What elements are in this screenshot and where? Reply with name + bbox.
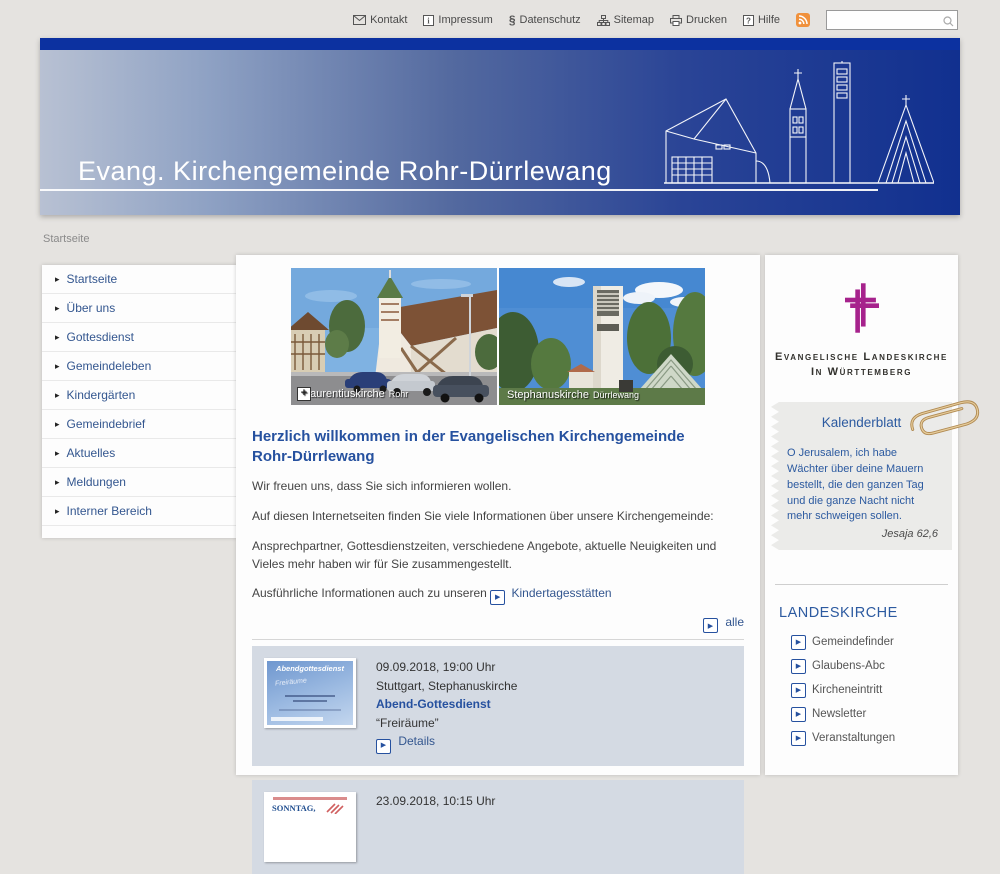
main-navigation: ▸Startseite ▸Über uns ▸Gottesdienst ▸Gem…: [42, 265, 237, 538]
site-title: Evang. Kirchengemeinde Rohr-Dürrlewang: [78, 156, 612, 187]
imprint-link[interactable]: i Impressum: [423, 14, 492, 26]
search-icon[interactable]: [943, 14, 954, 32]
page-title: Herzlich willkommen in der Evangelischen…: [252, 427, 722, 468]
search-box: [826, 10, 958, 30]
rss-icon[interactable]: [796, 13, 810, 27]
sitemap-link[interactable]: Sitemap: [597, 14, 654, 26]
landeskirche-logo[interactable]: Evangelische Landeskirche In Württemberg: [765, 255, 958, 380]
landeskirche-heading: LANDESKIRCHE: [779, 605, 958, 621]
photo-laurentiuskirche[interactable]: + Laurentiuskirche Rohr: [291, 268, 497, 405]
contact-link[interactable]: Kontakt: [353, 14, 407, 26]
intro-paragraph: Ansprechpartner, Gottesdienstzeiten, ver…: [252, 538, 744, 573]
nav-arrow-icon: ▸: [55, 506, 60, 517]
nav-arrow-icon: ▸: [55, 303, 60, 314]
landeskirche-logo-text: Evangelische Landeskirche In Württemberg: [765, 350, 958, 380]
nav-arrow-icon: ▸: [55, 390, 60, 401]
sidebar-item-kindergaerten[interactable]: ▸Kindergärten: [42, 381, 237, 410]
content-divider: [252, 639, 744, 640]
kita-row: Ausführliche Informationen auch zu unser…: [252, 586, 744, 605]
enlarge-icon[interactable]: +: [297, 387, 311, 401]
utility-bar: Kontakt i Impressum § Datenschutz Sitema…: [353, 10, 958, 30]
sidebar-item-meldungen[interactable]: ▸Meldungen: [42, 468, 237, 497]
sidebar-item-ueber-uns[interactable]: ▸Über uns: [42, 294, 237, 323]
event-thumbnail[interactable]: Abendgottesdienst Freiräume: [264, 658, 356, 728]
help-icon: ?: [743, 15, 754, 26]
play-link-icon: ▶: [703, 618, 718, 633]
play-link-icon: ▶: [791, 683, 806, 698]
search-input[interactable]: [826, 10, 958, 30]
nav-arrow-icon: ▸: [55, 361, 60, 372]
info-icon: i: [423, 15, 434, 26]
play-link-icon: ▶: [791, 731, 806, 746]
envelope-icon: [353, 15, 366, 25]
privacy-link[interactable]: § Datenschutz: [509, 14, 581, 26]
photo-caption: Stephanuskirche Dürrlewang: [499, 389, 639, 401]
paperclip-decoration: [905, 392, 981, 447]
help-link[interactable]: ? Hilfe: [743, 14, 780, 26]
sitemap-icon: [597, 15, 610, 26]
nav-arrow-icon: ▸: [55, 477, 60, 488]
banner-top-strip: [40, 38, 960, 50]
event-datetime: 23.09.2018, 10:15 Uhr: [376, 792, 495, 811]
photo-caption: + Laurentiuskirche Rohr: [291, 387, 408, 401]
kindertagesstaetten-link[interactable]: Kindertagesstätten: [512, 586, 612, 600]
intro-paragraph: Wir freuen uns, dass Sie sich informiere…: [252, 478, 744, 495]
landeskirche-cross-icon: [845, 283, 879, 333]
nav-arrow-icon: ▸: [55, 448, 60, 459]
kalenderblatt-source: Jesaja 62,6: [771, 525, 952, 540]
alle-link[interactable]: alle: [725, 615, 744, 629]
play-link-icon: ▶: [791, 659, 806, 674]
sidebar-item-gemeindebrief[interactable]: ▸Gemeindebrief: [42, 410, 237, 439]
nav-arrow-icon: ▸: [55, 274, 60, 285]
link-veranstaltungen[interactable]: ▶ Veranstaltungen: [791, 731, 958, 746]
alle-row: ▶ alle: [252, 615, 744, 634]
link-kircheneintritt[interactable]: ▶ Kircheneintritt: [791, 683, 958, 698]
event-details-row: ▶ Details: [376, 732, 517, 754]
churches-line-art: [664, 61, 934, 191]
event-item: Abendgottesdienst Freiräume 09.09.2018, …: [252, 646, 744, 766]
link-gemeindefinder[interactable]: ▶ Gemeindefinder: [791, 635, 958, 650]
svg-text:?: ?: [746, 16, 751, 25]
intro-paragraph: Auf diesen Internetseiten finden Sie vie…: [252, 508, 744, 525]
printer-icon: [670, 15, 682, 26]
play-link-icon: ▶: [791, 635, 806, 650]
event-item: SONNTAG, 23.09.2018, 10:15 Uhr: [252, 780, 744, 874]
sidebar-item-aktuelles[interactable]: ▸Aktuelles: [42, 439, 237, 468]
paragraph-icon: §: [509, 14, 516, 26]
print-link[interactable]: Drucken: [670, 14, 727, 26]
play-link-icon: ▶: [791, 707, 806, 722]
breadcrumb[interactable]: Startseite: [43, 233, 89, 245]
nav-arrow-icon: ▸: [55, 332, 60, 343]
sidebar-item-startseite[interactable]: ▸Startseite: [42, 265, 237, 294]
play-link-icon: ▶: [376, 739, 391, 754]
event-location: Stuttgart, Stephanuskirche: [376, 677, 517, 696]
church-photos: + Laurentiuskirche Rohr: [252, 268, 744, 405]
sidebar-item-gemeindeleben[interactable]: ▸Gemeindeleben: [42, 352, 237, 381]
event-title-link[interactable]: Abend-Gottesdienst: [376, 695, 491, 714]
site-header-banner: Evang. Kirchengemeinde Rohr-Dürrlewang: [40, 38, 960, 215]
sidebar-item-interner-bereich[interactable]: ▸Interner Bereich: [42, 497, 237, 526]
event-subtitle: “Freiräume”: [376, 714, 517, 733]
link-glaubens-abc[interactable]: ▶ Glaubens-Abc: [791, 659, 958, 674]
play-link-icon: ▶: [490, 590, 505, 605]
event-details-link[interactable]: Details: [398, 734, 435, 748]
sidebar-divider: [775, 584, 948, 585]
event-datetime: 09.09.2018, 19:00 Uhr: [376, 658, 517, 677]
event-thumbnail[interactable]: SONNTAG,: [264, 792, 356, 862]
right-sidebar: Evangelische Landeskirche In Württemberg…: [765, 255, 958, 775]
nav-arrow-icon: ▸: [55, 419, 60, 430]
sidebar-item-gottesdienst[interactable]: ▸Gottesdienst: [42, 323, 237, 352]
link-newsletter[interactable]: ▶ Newsletter: [791, 707, 958, 722]
photo-stephanuskirche[interactable]: Stephanuskirche Dürrlewang: [499, 268, 705, 405]
stamp-edge: [771, 402, 779, 550]
main-content: + Laurentiuskirche Rohr: [236, 255, 760, 775]
